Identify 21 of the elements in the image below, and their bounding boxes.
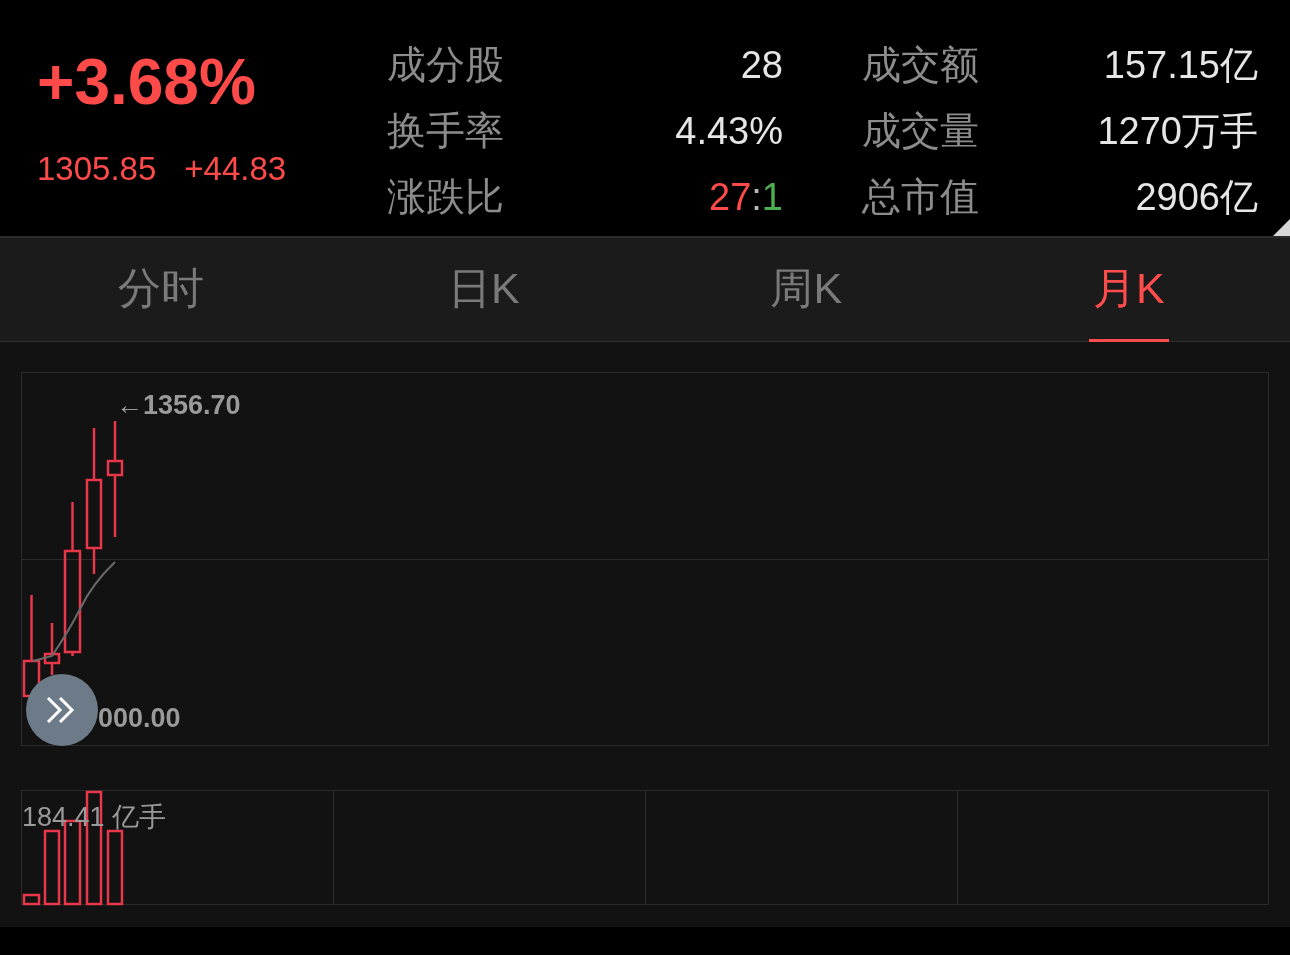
stat-value: 28 [740,43,783,87]
high-price-label: ←1356.70 [116,392,241,419]
period-tab[interactable]: 分时 [114,238,209,345]
period-tab[interactable]: 日K [443,238,524,345]
corner-icon[interactable] [1273,219,1290,236]
stat-value: 27:1 [709,175,783,219]
stat-value: 2906亿 [1135,174,1258,220]
price-change: +44.83 [184,152,287,185]
stat-value: 1270万手 [1097,108,1258,154]
change-percent: +3.68% [37,50,257,114]
stat-value: 4.43% [675,109,783,153]
period-tab[interactable]: 周K [766,238,847,345]
low-price-label: 000.00 [98,705,181,732]
stat-label: 总市值 [862,174,979,220]
stat-value: 157.15亿 [1103,42,1258,88]
index-price: 1305.85 [37,152,157,185]
stat-label: 涨跌比 [387,174,504,220]
stat-label: 换手率 [387,108,504,154]
stat-label: 成分股 [387,42,504,88]
stat-label: 成交额 [862,42,979,88]
stat-label: 成交量 [862,108,979,154]
